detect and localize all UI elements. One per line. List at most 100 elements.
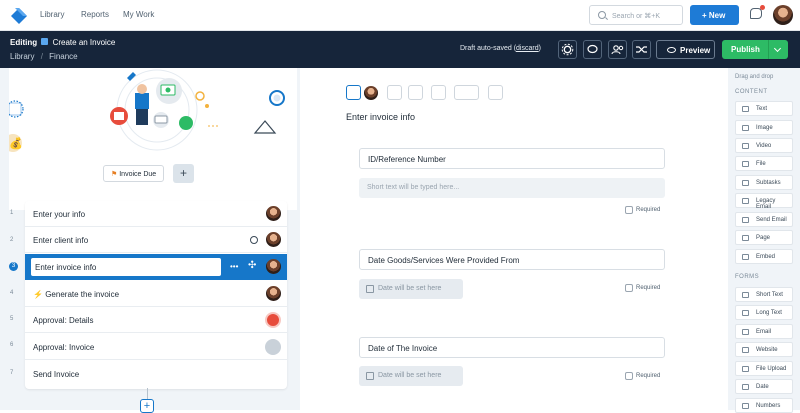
text-icon — [742, 106, 749, 112]
field-label-input[interactable]: ID/Reference Number — [359, 148, 665, 169]
conditional-logic-icon[interactable] — [431, 85, 446, 100]
preview-label: Preview — [680, 46, 711, 55]
breadcrumb-library[interactable]: Library — [10, 52, 34, 61]
email-avatar-icon[interactable] — [265, 339, 281, 355]
preview-button[interactable]: Preview — [656, 40, 715, 59]
assign-users-icon[interactable] — [608, 40, 627, 59]
assign-icon[interactable] — [346, 85, 361, 100]
task-title-input[interactable]: Enter invoice info — [31, 258, 221, 276]
task-number-active: 3 — [9, 262, 18, 271]
app-logo-icon[interactable] — [9, 6, 29, 26]
widget-short-text[interactable]: Short Text — [735, 287, 793, 302]
due-date-icon[interactable] — [387, 85, 402, 100]
more-options-icon[interactable]: ••• — [230, 262, 238, 271]
checkbox[interactable] — [625, 372, 633, 380]
task-item[interactable]: Enter your info — [25, 201, 287, 227]
field-label-input[interactable]: Date of The Invoice — [359, 337, 665, 358]
widget-subtasks[interactable]: Subtasks — [735, 175, 793, 190]
permissions-icon[interactable] — [408, 85, 423, 100]
template-icon — [41, 38, 49, 45]
field-label-input[interactable]: Date Goods/Services Were Provided From — [359, 249, 665, 270]
widget-file-upload[interactable]: File Upload — [735, 361, 793, 376]
widget-date[interactable]: Date — [735, 379, 793, 394]
comment-icon[interactable] — [583, 40, 602, 59]
required-toggle[interactable]: Required — [625, 284, 660, 292]
widget-numbers[interactable]: Numbers — [735, 398, 793, 413]
add-task-button[interactable]: + — [140, 399, 154, 413]
nav-link-library[interactable]: Library — [40, 10, 64, 19]
task-item[interactable]: Enter client info — [25, 227, 287, 253]
widget-image[interactable]: Image — [735, 120, 793, 135]
assignee-avatar[interactable] — [266, 259, 281, 274]
task-label: Approval: Invoice — [33, 343, 95, 352]
task-assignee-avatar[interactable] — [364, 86, 378, 100]
add-trigger-button[interactable]: + — [173, 164, 194, 183]
task-item[interactable]: Approval: Invoice — [25, 334, 287, 360]
task-item-selected[interactable]: Enter invoice info ••• ✣ — [25, 254, 287, 280]
forms-heading: FORMS — [735, 274, 760, 280]
widget-send-email[interactable]: Send Email — [735, 212, 793, 227]
widget-page[interactable]: Page — [735, 230, 793, 245]
assignee-avatar[interactable] — [266, 206, 281, 221]
assignee-avatar[interactable] — [266, 232, 281, 247]
editor-toolbar: Editing Create an Invoice Library / Fina… — [0, 31, 800, 68]
calendar-icon — [366, 285, 374, 293]
settings-icon[interactable] — [558, 40, 577, 59]
discard-link[interactable]: discard — [516, 45, 539, 52]
widget-long-text[interactable]: Long Text — [735, 305, 793, 320]
email-icon — [742, 198, 749, 204]
user-avatar[interactable] — [773, 5, 793, 25]
notification-dot — [760, 5, 765, 10]
due-date-label: Invoice Due — [119, 171, 157, 178]
top-navigation: Library Reports My Work Search or ⌘+K + … — [0, 0, 800, 31]
widget-legacy-email[interactable]: Legacy Email — [735, 193, 793, 210]
due-date-badge[interactable]: ⚑ Invoice Due — [103, 165, 164, 182]
widget-text[interactable]: Text — [735, 101, 793, 116]
date-field[interactable]: Date will be set here — [359, 279, 463, 299]
task-number: 5 — [10, 316, 14, 322]
numbers-icon — [742, 403, 749, 409]
shuffle-icon[interactable] — [632, 40, 651, 59]
new-button[interactable]: + New — [690, 5, 739, 25]
nav-link-reports[interactable]: Reports — [81, 10, 109, 19]
automation-icon[interactable] — [454, 85, 479, 100]
approval-avatar-icon[interactable] — [265, 312, 281, 328]
email-field-icon — [742, 329, 749, 335]
publish-button[interactable]: Publish — [722, 40, 788, 59]
svg-text:💰: 💰 — [9, 137, 23, 150]
search-input[interactable]: Search or ⌘+K — [589, 5, 683, 25]
chevron-down-icon[interactable] — [773, 44, 782, 53]
task-item[interactable]: ⚡ Generate the invoice — [25, 281, 287, 307]
task-label: ⚡ Generate the invoice — [33, 290, 120, 299]
checkbox[interactable] — [625, 284, 633, 292]
task-list: Enter your info Enter client info Enter … — [25, 201, 287, 389]
assignee-avatar[interactable] — [266, 286, 281, 301]
task-number: 7 — [10, 370, 14, 376]
task-item[interactable]: Approval: Details — [25, 307, 287, 333]
nav-link-my-work[interactable]: My Work — [123, 10, 154, 19]
editing-label: Editing — [10, 38, 38, 47]
widget-file[interactable]: File — [735, 156, 793, 171]
task-item[interactable]: Send Invoice — [25, 361, 287, 387]
required-toggle[interactable]: Required — [625, 372, 660, 380]
required-toggle[interactable]: Required — [625, 206, 660, 214]
page-icon — [742, 235, 749, 241]
task-label: Enter client info — [33, 236, 89, 245]
checkbox[interactable] — [625, 206, 633, 214]
widget-website[interactable]: Website — [735, 342, 793, 357]
widget-email[interactable]: Email — [735, 324, 793, 339]
autosave-status: Draft auto-saved (discard) — [460, 45, 541, 52]
stop-icon[interactable] — [488, 85, 503, 100]
template-title[interactable]: Create an Invoice — [53, 38, 116, 47]
long-text-icon — [742, 310, 749, 316]
breadcrumb-folder[interactable]: Finance — [49, 52, 77, 61]
comments-icon[interactable] — [750, 5, 765, 19]
short-text-field[interactable]: Short text will be typed here... — [359, 178, 665, 198]
date-field[interactable]: Date will be set here — [359, 366, 463, 386]
task-label: Enter your info — [33, 210, 86, 219]
subtasks-icon — [742, 180, 749, 186]
widget-embed[interactable]: Embed — [735, 249, 793, 264]
task-number: 1 — [10, 210, 14, 216]
widget-video[interactable]: Video — [735, 138, 793, 153]
search-icon — [598, 11, 606, 19]
